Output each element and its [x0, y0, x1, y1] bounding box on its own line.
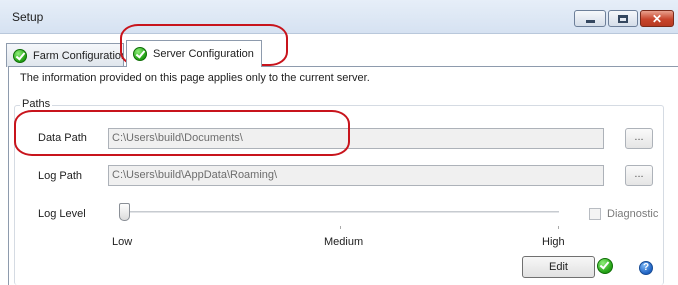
- minimize-button[interactable]: [574, 10, 606, 27]
- data-path-field[interactable]: C:\Users\build\Documents\: [108, 128, 604, 149]
- slider-tick: [558, 226, 559, 229]
- window-title: Setup: [12, 10, 44, 24]
- log-path-field[interactable]: C:\Users\build\AppData\Roaming\: [108, 165, 604, 186]
- check-icon: [133, 47, 147, 61]
- check-icon: [597, 258, 613, 274]
- title-bar: Setup ✕: [0, 0, 678, 34]
- level-medium-label: Medium: [324, 236, 364, 248]
- data-path-label: Data Path: [38, 132, 87, 144]
- info-text: The information provided on this page ap…: [20, 72, 370, 84]
- log-level-label: Log Level: [38, 208, 86, 220]
- log-path-browse-button[interactable]: ...: [625, 165, 653, 186]
- edit-button[interactable]: Edit: [522, 256, 595, 278]
- log-path-label: Log Path: [38, 170, 83, 182]
- close-icon: ✕: [651, 11, 663, 26]
- diagnostic-checkbox[interactable]: [589, 208, 601, 220]
- tab-label: Server Configuration: [153, 48, 254, 60]
- level-low-label: Low: [112, 236, 133, 248]
- paths-group-label: Paths: [20, 98, 53, 110]
- check-icon: [13, 48, 27, 63]
- tab-label: Farm Configuration: [33, 49, 124, 62]
- help-icon[interactable]: ?: [639, 261, 653, 275]
- level-high-label: High: [542, 236, 565, 248]
- maximize-icon: [618, 14, 628, 23]
- log-level-slider-thumb[interactable]: [119, 203, 130, 221]
- minimize-icon: [585, 19, 595, 23]
- tab-server-configuration[interactable]: Server Configuration: [126, 40, 262, 67]
- log-level-slider-track[interactable]: [122, 211, 559, 213]
- data-path-browse-button[interactable]: ...: [625, 128, 653, 149]
- tab-farm-configuration[interactable]: Farm Configuration: [6, 43, 124, 67]
- diagnostic-label: Diagnostic: [607, 208, 659, 220]
- slider-tick: [340, 226, 341, 229]
- close-button[interactable]: ✕: [640, 10, 674, 27]
- tab-strip: Farm Configuration Server Configuration: [0, 34, 678, 67]
- maximize-button[interactable]: [608, 10, 638, 27]
